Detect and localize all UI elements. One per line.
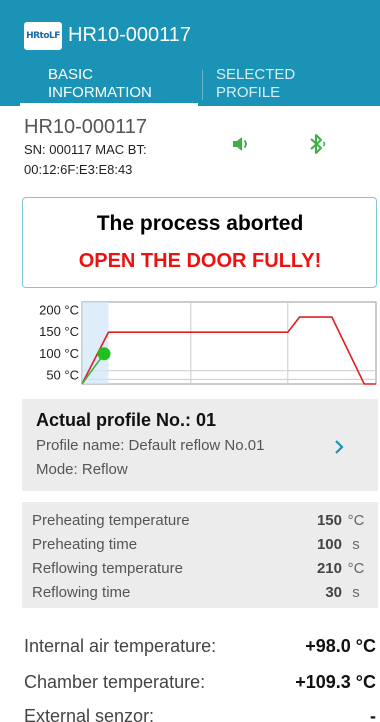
chart-y-tick-label: 200 °C (39, 303, 79, 318)
setting-unit: s (352, 536, 360, 553)
chart-progress-area (82, 302, 109, 384)
device-name: HR10-000117 (24, 116, 148, 138)
setting-row: Preheating time 100 s (32, 536, 372, 556)
setting-label: Preheating temperature (32, 512, 190, 529)
profile-name: Profile name: Default reflow No.01 (36, 437, 265, 454)
profile-title: Actual profile No.: 01 (36, 410, 217, 430)
setting-unit: °C (347, 512, 365, 529)
setting-row: Preheating temperature 150 °C (32, 512, 372, 532)
chart-current-point (97, 347, 111, 361)
tab-selected-line2: PROFILE (216, 84, 281, 101)
profile-mode: Mode: Reflow (36, 461, 128, 478)
setting-row: Reflowing time 30 s (32, 584, 372, 604)
temperature-row: External senzor: - (24, 706, 376, 722)
alert-message: OPEN THE DOOR FULLY! (78, 250, 322, 272)
temperature-label: Chamber temperature: (24, 672, 206, 692)
alert-title: The process aborted (96, 212, 304, 235)
chart-y-tick-label: 100 °C (39, 346, 79, 361)
chart-frame (81, 301, 377, 385)
device-mac-address: 00:12:6F:E3:E8:43 (24, 162, 133, 177)
setting-row: Reflowing temperature 210 °C (32, 560, 372, 580)
temperature-value: +98.0 °C (305, 636, 376, 656)
reflow-profile-chart: 200 °C 150 °C 100 °C 50 °C (39, 301, 377, 385)
setting-unit: °C (347, 560, 365, 577)
app-logo: HRtoLF (24, 22, 62, 50)
temperature-label: External senzor: (24, 706, 155, 722)
setting-unit: s (352, 584, 360, 601)
tab-basic-line2: INFORMATION (48, 84, 152, 101)
chart-y-tick-label: 150 °C (39, 324, 79, 339)
chevron-right-icon[interactable] (332, 438, 346, 456)
temperature-label: Internal air temperature: (24, 636, 217, 656)
setting-value: 30 (325, 584, 342, 601)
setting-value: 210 (316, 560, 342, 577)
setting-label: Preheating time (32, 536, 138, 553)
tab-basic-information[interactable]: BASIC INFORMATION (48, 66, 198, 106)
alert-box (22, 197, 377, 288)
bluetooth-icon[interactable] (309, 133, 327, 155)
chart-y-tick-label: 50 °C (46, 367, 79, 382)
app-title: HR10-000117 (68, 24, 192, 46)
tab-divider (202, 70, 203, 100)
temperature-row: Internal air temperature: +98.0 °C (24, 636, 376, 660)
temperature-value: - (370, 706, 376, 722)
temperature-value: +109.3 °C (295, 672, 376, 692)
device-serial-mac: SN: 000117 MAC BT: (24, 142, 147, 157)
setting-label: Reflowing time (32, 584, 131, 601)
setting-label: Reflowing temperature (32, 560, 183, 577)
tab-selected-line1: SELECTED (216, 66, 296, 83)
tab-basic-line1: BASIC (48, 66, 94, 83)
setting-value: 100 (316, 536, 342, 553)
tab-selected-profile[interactable]: SELECTED PROFILE (216, 66, 366, 106)
temperature-row: Chamber temperature: +109.3 °C (24, 672, 376, 696)
speaker-icon[interactable] (232, 136, 250, 152)
setting-value: 150 (316, 512, 342, 529)
active-tab-indicator (20, 103, 198, 106)
